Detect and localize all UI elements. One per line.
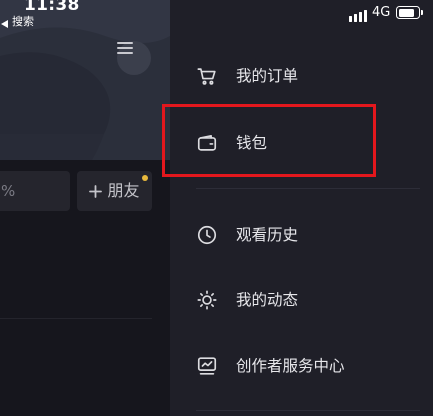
cart-icon — [196, 65, 218, 87]
profile-page-dimmed[interactable]: % 朋友 — [0, 0, 170, 416]
drawer-divider — [196, 188, 420, 189]
drawer-item-orders[interactable]: 我的订单 — [170, 51, 433, 101]
battery-icon — [396, 6, 420, 19]
back-label: 搜索 — [12, 15, 34, 28]
drawer-item-label: 我的订单 — [236, 67, 299, 85]
drawer-item-label: 创作者服务中心 — [236, 357, 345, 375]
drawer-divider — [196, 410, 420, 411]
notification-dot — [142, 175, 148, 181]
profile-stat-text: % — [1, 182, 16, 200]
clock-icon — [196, 224, 218, 246]
profile-stat-button[interactable]: % — [0, 171, 70, 211]
add-friend-label: 朋友 — [107, 181, 140, 200]
hamburger-menu-button[interactable] — [117, 41, 151, 75]
drawer-item-activity[interactable]: 我的动态 — [170, 275, 433, 325]
battery-fill — [398, 8, 414, 17]
plus-icon — [89, 184, 103, 198]
battery-nub — [421, 10, 423, 15]
profile-divider — [0, 318, 152, 319]
drawer-item-label: 我的动态 — [236, 291, 299, 309]
activity-icon — [196, 289, 218, 311]
side-drawer: 我的订单 钱包 观看历史 我的动态 创作者服务中心 — [170, 0, 433, 416]
back-triangle-icon — [1, 13, 8, 32]
drawer-item-history[interactable]: 观看历史 — [170, 210, 433, 260]
back-to-search-link[interactable]: 搜索 — [1, 15, 34, 29]
highlight-box — [162, 104, 376, 177]
drawer-item-creator-center[interactable]: 创作者服务中心 — [170, 341, 433, 391]
network-type: 4G — [372, 5, 391, 20]
drawer-item-label: 观看历史 — [236, 226, 299, 244]
signal-icon — [349, 7, 367, 22]
add-friend-button[interactable]: 朋友 — [77, 171, 152, 211]
creator-chart-icon — [196, 355, 218, 377]
